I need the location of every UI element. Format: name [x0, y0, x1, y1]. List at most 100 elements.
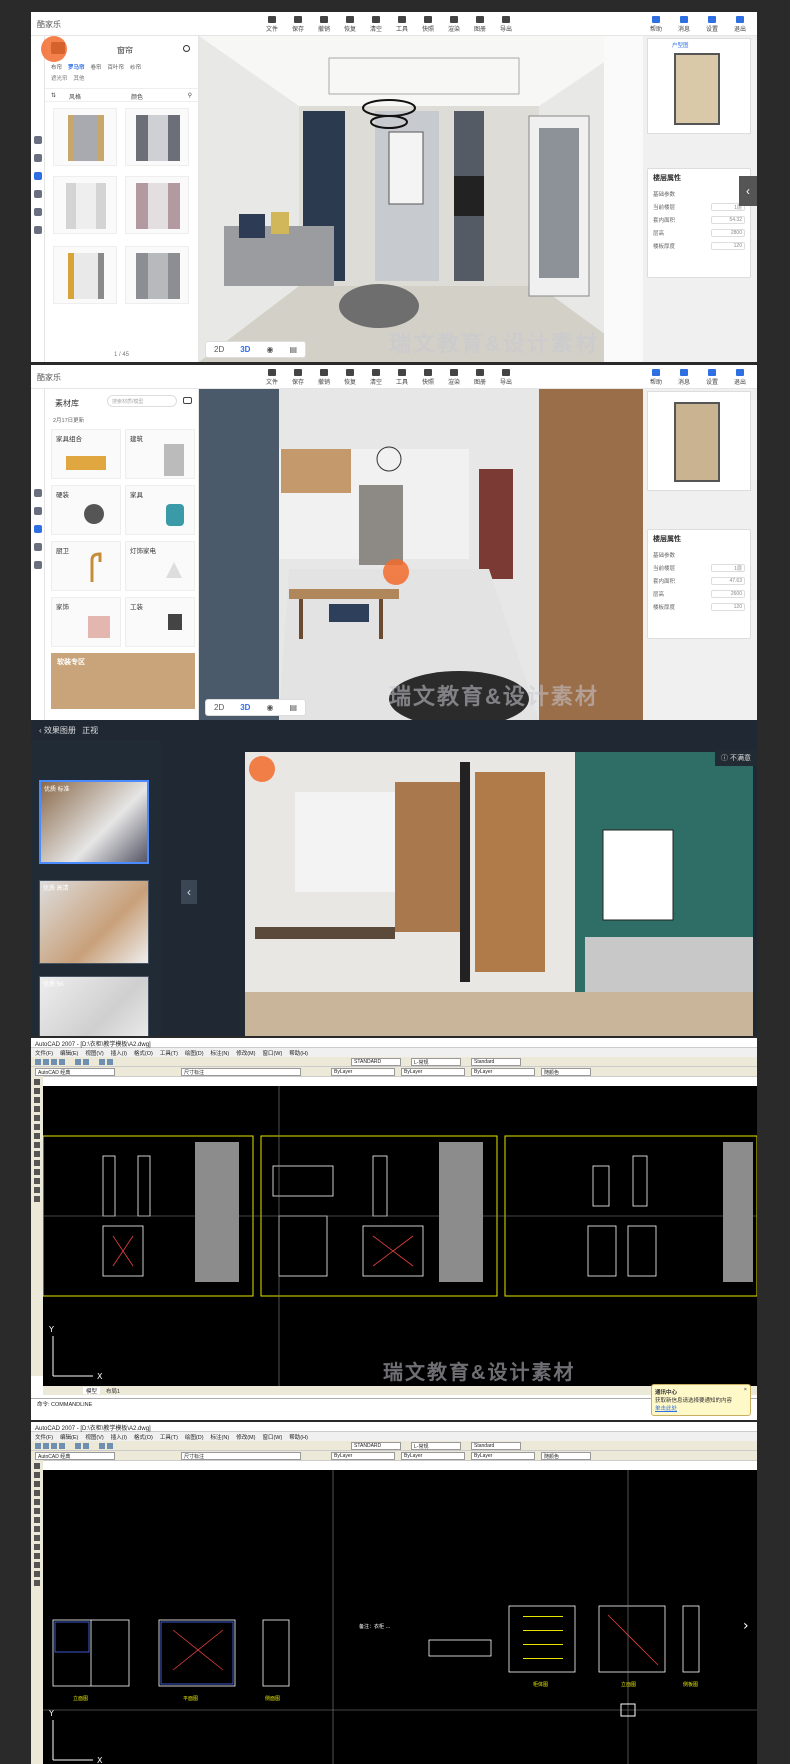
- height-input[interactable]: 2800: [711, 228, 745, 237]
- tool-redo[interactable]: 恢复: [339, 367, 361, 387]
- tool-exit[interactable]: 退出: [729, 367, 751, 387]
- tab-roller[interactable]: 卷帘: [91, 63, 102, 71]
- tool-help[interactable]: 帮助: [645, 367, 667, 387]
- category-lighting[interactable]: 灯饰家电: [125, 541, 195, 591]
- color-select[interactable]: ByLayer: [331, 1452, 395, 1460]
- open-icon[interactable]: [43, 1059, 49, 1065]
- subtab-other[interactable]: 其他: [74, 74, 85, 82]
- rail-icon-4[interactable]: [33, 543, 42, 551]
- curtain-thumb-3[interactable]: [53, 176, 117, 234]
- pan-icon[interactable]: [99, 1059, 105, 1065]
- rail-icon-5[interactable]: [33, 208, 42, 216]
- block-icon[interactable]: [34, 1535, 40, 1541]
- menu-file[interactable]: 文件(F): [35, 1049, 53, 1057]
- eye-icon[interactable]: ◉: [259, 343, 280, 356]
- spline-icon[interactable]: [34, 1133, 40, 1139]
- command-line[interactable]: 命令: COMMANDLINE: [31, 1398, 757, 1420]
- tool-file[interactable]: 文件: [261, 367, 283, 387]
- slab-input[interactable]: 120: [711, 241, 745, 250]
- menu-window[interactable]: 窗口(W): [262, 1433, 282, 1441]
- open-icon[interactable]: [43, 1443, 49, 1449]
- layer-select[interactable]: 尺寸标注: [181, 1068, 301, 1076]
- tab-model[interactable]: 模型: [83, 1387, 101, 1395]
- tool-clear[interactable]: 清空: [365, 367, 387, 387]
- dim-style-select[interactable]: L-常规: [411, 1442, 461, 1450]
- mtext-icon[interactable]: [34, 1196, 40, 1202]
- rail-icon-6[interactable]: [33, 226, 42, 234]
- search-icon[interactable]: [183, 45, 190, 52]
- popup-link[interactable]: 单击此处: [655, 1404, 747, 1412]
- menu-window[interactable]: 窗口(W): [262, 1049, 282, 1057]
- spline-icon[interactable]: [34, 1517, 40, 1523]
- menu-format[interactable]: 格式(O): [134, 1433, 153, 1441]
- table-icon[interactable]: [34, 1571, 40, 1577]
- close-icon[interactable]: ×: [744, 1387, 747, 1393]
- render-item-hd[interactable]: 优质 高清: [39, 880, 149, 964]
- ellipse-icon[interactable]: [34, 1526, 40, 1532]
- menu-tools[interactable]: 工具(T): [160, 1433, 178, 1441]
- tool-export[interactable]: 导出: [495, 367, 517, 387]
- menu-format[interactable]: 格式(O): [134, 1049, 153, 1057]
- library-search[interactable]: 搜索材质/模型: [107, 395, 177, 407]
- lineweight-select[interactable]: ByLayer: [471, 1068, 535, 1076]
- line-icon[interactable]: [34, 1463, 40, 1469]
- polyline-icon[interactable]: [34, 1088, 40, 1094]
- view-2d-button[interactable]: 2D: [207, 343, 231, 356]
- tool-album[interactable]: 图册: [469, 14, 491, 34]
- menu-insert[interactable]: 插入(I): [111, 1433, 127, 1441]
- rail-icon-4[interactable]: [33, 190, 42, 198]
- collapse-button[interactable]: ‹: [739, 176, 757, 206]
- layers-icon[interactable]: ▤: [282, 701, 304, 714]
- arc-icon[interactable]: [34, 1499, 40, 1505]
- rail-icon-3[interactable]: [33, 172, 42, 180]
- view-2d-button[interactable]: 2D: [207, 701, 231, 714]
- minimap[interactable]: 户型图: [647, 38, 751, 134]
- menu-modify[interactable]: 修改(M): [236, 1433, 255, 1441]
- new-icon[interactable]: [35, 1059, 41, 1065]
- tool-exit[interactable]: 退出: [729, 14, 751, 34]
- line-icon[interactable]: [34, 1079, 40, 1085]
- point-icon[interactable]: [34, 1544, 40, 1550]
- tool-file[interactable]: 文件: [261, 14, 283, 34]
- redo-icon[interactable]: [83, 1443, 89, 1449]
- undo-icon[interactable]: [75, 1059, 81, 1065]
- breadcrumb-root[interactable]: 效果图册: [44, 726, 76, 735]
- layers-icon[interactable]: ▤: [282, 343, 304, 356]
- text-style-select[interactable]: STANDARD: [351, 1058, 401, 1066]
- tool-tools[interactable]: 工具: [391, 367, 413, 387]
- menu-view[interactable]: 视图(V): [85, 1433, 103, 1441]
- view-3d-button[interactable]: 3D: [233, 701, 257, 714]
- floor-select[interactable]: 1层: [711, 563, 745, 572]
- linetype-select[interactable]: ByLayer: [401, 1452, 465, 1460]
- category-commercial[interactable]: 工装: [125, 597, 195, 647]
- tool-render[interactable]: 渲染: [443, 367, 465, 387]
- category-kitchen-bath[interactable]: 厨卫: [51, 541, 121, 591]
- tab-layout1[interactable]: 布局1: [106, 1387, 120, 1395]
- region-icon[interactable]: [34, 1178, 40, 1184]
- table-style-select[interactable]: Standard: [471, 1058, 521, 1066]
- next-arrow-icon[interactable]: ›: [743, 1618, 749, 1634]
- polygon-icon[interactable]: [34, 1481, 40, 1487]
- tool-album[interactable]: 图册: [469, 367, 491, 387]
- render-item-standard[interactable]: 优质 标准: [39, 780, 149, 864]
- menu-edit[interactable]: 编辑(E): [60, 1049, 78, 1057]
- save-icon[interactable]: [51, 1059, 57, 1065]
- category-hard-decor[interactable]: 硬装: [51, 485, 121, 535]
- menu-insert[interactable]: 插入(I): [111, 1049, 127, 1057]
- rail-icon-1[interactable]: [33, 489, 42, 497]
- soft-decor-banner[interactable]: 软装专区: [51, 653, 195, 709]
- tool-help[interactable]: 帮助: [645, 14, 667, 34]
- prev-button[interactable]: ‹: [181, 880, 197, 904]
- rectangle-icon[interactable]: [34, 1490, 40, 1496]
- table-icon[interactable]: [34, 1187, 40, 1193]
- tool-undo[interactable]: 撤销: [313, 367, 335, 387]
- tool-undo[interactable]: 撤销: [313, 14, 335, 34]
- workspace-select[interactable]: AutoCAD 经典: [35, 1068, 115, 1076]
- menu-help[interactable]: 帮助(H): [289, 1433, 308, 1441]
- camera-icon[interactable]: [183, 397, 192, 404]
- curtain-thumb-1[interactable]: [53, 108, 117, 166]
- circle-icon[interactable]: [34, 1508, 40, 1514]
- tool-settings[interactable]: 设置: [701, 367, 723, 387]
- tool-save[interactable]: 保存: [287, 14, 309, 34]
- tab-blinds[interactable]: 百叶帘: [108, 63, 125, 71]
